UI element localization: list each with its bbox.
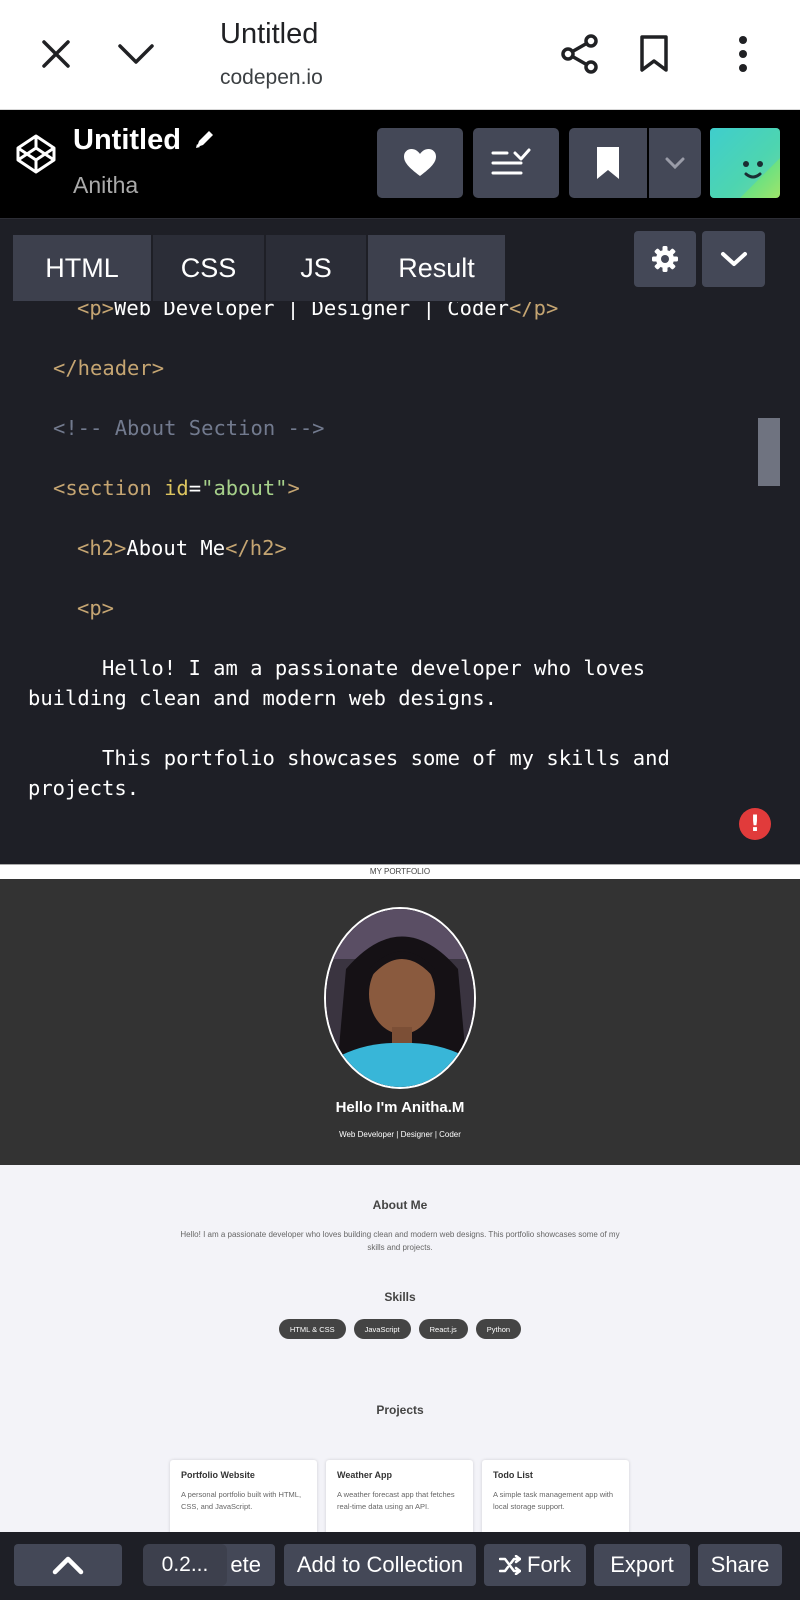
project-card: Portfolio Website A personal portfolio b… bbox=[170, 1460, 317, 1532]
profile-photo bbox=[324, 907, 476, 1089]
project-desc: A personal portfolio built with HTML, CS… bbox=[181, 1490, 302, 1511]
tab-js[interactable]: JS bbox=[266, 235, 366, 301]
collapse-button[interactable] bbox=[14, 1544, 122, 1586]
skill-pill: JavaScript bbox=[353, 1319, 411, 1339]
editor-scrollbar[interactable] bbox=[758, 418, 780, 486]
about-text: Hello! I am a passionate developer who l… bbox=[180, 1230, 620, 1252]
chevron-down-icon bbox=[665, 157, 685, 169]
page-title: Untitled bbox=[220, 18, 319, 50]
project-card: Weather App A weather forecast app that … bbox=[326, 1460, 473, 1532]
hero-name: Hello I'm Anitha.M bbox=[335, 1099, 465, 1116]
tab-html[interactable]: HTML bbox=[13, 235, 151, 301]
project-title: Todo List bbox=[493, 1470, 533, 1480]
code-editor[interactable]: <p>Web Developer | Designer | Coder</p> … bbox=[0, 302, 800, 864]
love-button[interactable] bbox=[377, 128, 463, 198]
code-line: <h2>About Me</h2> bbox=[77, 536, 287, 560]
skill-pill: Python bbox=[475, 1319, 522, 1339]
more-vert-icon[interactable] bbox=[728, 34, 758, 74]
pen-header: Untitled Anitha bbox=[0, 110, 800, 218]
fork-button[interactable]: Fork bbox=[484, 1544, 586, 1586]
project-card: Todo List A simple task management app w… bbox=[482, 1460, 629, 1532]
layout-dropdown-button[interactable] bbox=[702, 231, 765, 287]
share-icon[interactable] bbox=[558, 32, 602, 76]
edit-pencil-icon[interactable] bbox=[194, 128, 216, 155]
code-line: building clean and modern web designs. bbox=[28, 686, 497, 710]
pen-footer-bar: ete 0.2... Add to Collection Fork Export… bbox=[0, 1532, 800, 1600]
project-desc: A simple task management app with local … bbox=[493, 1490, 614, 1511]
user-avatar[interactable] bbox=[710, 128, 780, 198]
bookmark-icon[interactable] bbox=[636, 34, 672, 74]
projects-title: Projects bbox=[376, 1403, 424, 1417]
skill-pill: HTML & CSS bbox=[278, 1319, 346, 1339]
close-icon[interactable] bbox=[38, 36, 74, 72]
codepen-logo-icon[interactable] bbox=[14, 132, 58, 181]
fork-label: Fork bbox=[527, 1552, 571, 1577]
add-to-collection-button[interactable]: Add to Collection bbox=[284, 1544, 476, 1586]
pen-title[interactable]: Untitled bbox=[73, 124, 181, 157]
delete-label: ete bbox=[230, 1552, 261, 1577]
projects-list: Portfolio Website A personal portfolio b… bbox=[170, 1460, 630, 1532]
skills-title: Skills bbox=[384, 1290, 416, 1304]
settings-button[interactable] bbox=[634, 231, 696, 287]
collection-list-button[interactable] bbox=[473, 128, 559, 198]
error-indicator-icon[interactable]: ! bbox=[739, 808, 771, 840]
editor-tabs: HTML CSS JS Result bbox=[0, 218, 800, 302]
browser-toolbar: Untitled codepen.io bbox=[0, 0, 800, 110]
zoom-indicator[interactable]: 0.2... bbox=[143, 1544, 227, 1586]
tab-css[interactable]: CSS bbox=[153, 235, 264, 301]
hero-subtitle: Web Developer | Designer | Coder bbox=[339, 1130, 461, 1139]
code-line: <!-- About Section --> bbox=[53, 416, 325, 440]
project-title: Portfolio Website bbox=[181, 1470, 255, 1480]
export-button[interactable]: Export bbox=[594, 1544, 690, 1586]
code-line: This portfolio showcases some of my skil… bbox=[28, 746, 670, 770]
code-line: <p> bbox=[77, 596, 115, 620]
skills-list: HTML & CSS JavaScript React.js Python bbox=[0, 1319, 800, 1339]
share-button[interactable]: Share bbox=[698, 1544, 782, 1586]
code-line: Hello! I am a passionate developer who l… bbox=[28, 656, 646, 680]
code-line: <section id="about"> bbox=[53, 476, 300, 500]
about-title: About Me bbox=[372, 1198, 428, 1212]
chevron-down-icon bbox=[720, 252, 747, 266]
project-title: Weather App bbox=[337, 1470, 393, 1480]
pin-dropdown-button[interactable] bbox=[649, 128, 701, 198]
pen-author[interactable]: Anitha bbox=[73, 172, 138, 199]
url-text[interactable]: codepen.io bbox=[220, 66, 323, 90]
project-desc: A weather forecast app that fetches real… bbox=[337, 1490, 455, 1511]
chevron-up-icon bbox=[52, 1556, 84, 1575]
bookmark-filled-icon bbox=[597, 147, 619, 179]
result-preview: MY PORTFOLIO Hello I'm Anitha.M Web Deve… bbox=[0, 864, 800, 1532]
preview-page-title: MY PORTFOLIO bbox=[0, 864, 800, 879]
tab-result[interactable]: Result bbox=[368, 235, 505, 301]
code-line: </header> bbox=[53, 356, 165, 380]
preview-hero: Hello I'm Anitha.M Web Developer | Desig… bbox=[0, 879, 800, 1165]
pin-button[interactable] bbox=[569, 128, 647, 198]
fork-icon bbox=[499, 1555, 521, 1575]
gear-icon bbox=[652, 246, 678, 272]
heart-icon bbox=[404, 149, 436, 176]
list-check-icon bbox=[491, 148, 531, 175]
code-line: projects. bbox=[28, 776, 140, 800]
skill-pill: React.js bbox=[418, 1319, 468, 1339]
chevron-down-icon[interactable] bbox=[116, 36, 156, 72]
code-line: <p>Web Developer | Designer | Coder</p> bbox=[77, 302, 559, 320]
